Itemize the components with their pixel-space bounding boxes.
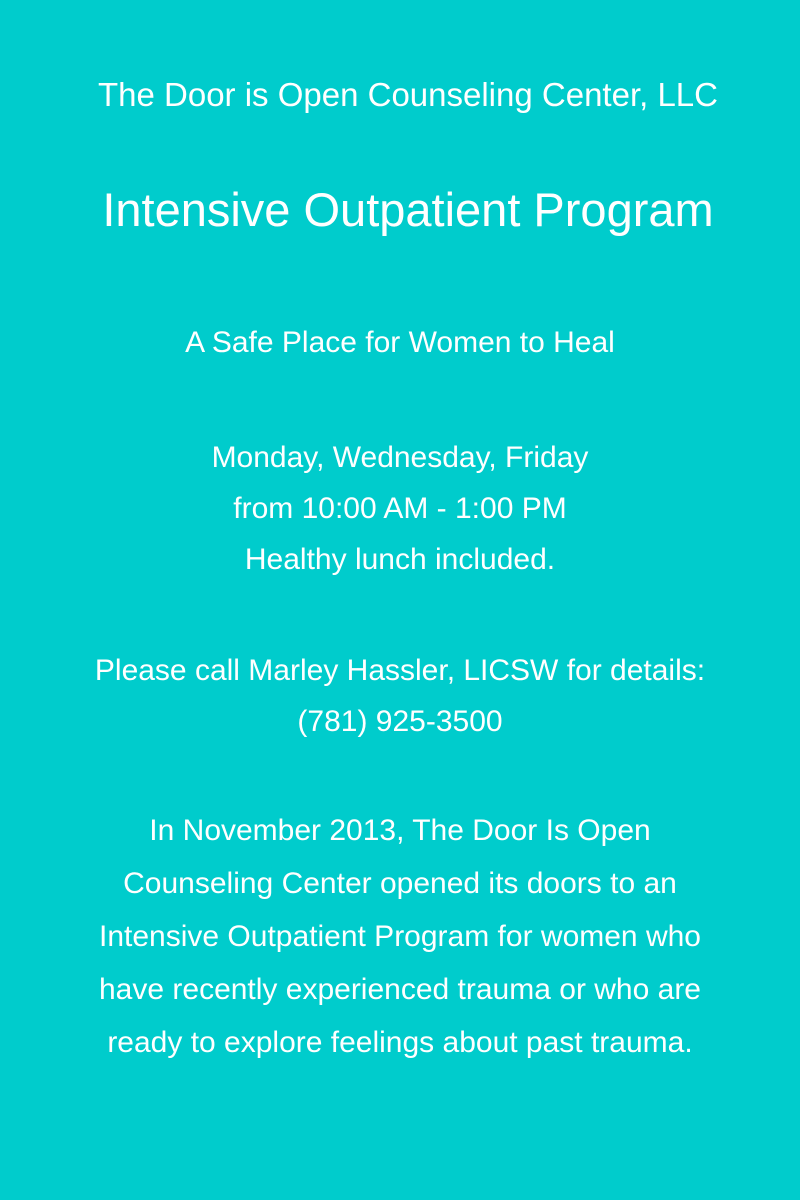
schedule-days: Monday, Wednesday, Friday (211, 441, 589, 474)
schedule-hours: from 10:00 AM - 1:00 PM (233, 492, 567, 525)
org-name: The Door is Open Counseling Center, LLC (97, 76, 718, 113)
contact-block: Please call Marley Hassler, LICSW for de… (0, 645, 800, 747)
contact-phone: (781) 925-3500 (297, 705, 503, 738)
schedule-lunch: Healthy lunch included. (244, 543, 556, 576)
program-title: Intensive Outpatient Program (102, 183, 714, 236)
about-line: Counseling Center opened its doors to an (123, 867, 677, 900)
flyer: The Door is Open Counseling Center, LLC … (0, 0, 800, 1200)
about-line: Intensive Outpatient Program for women w… (99, 920, 701, 953)
tagline: A Safe Place for Women to Heal (185, 326, 615, 359)
schedule-block: Monday, Wednesday, Friday from 10:00 AM … (0, 432, 800, 585)
contact-prompt: Please call Marley Hassler, LICSW for de… (94, 654, 706, 687)
about-line: ready to explore feelings about past tra… (107, 1026, 693, 1059)
about-line: In November 2013, The Door Is Open (149, 814, 651, 847)
about-line: have recently experienced trauma or who … (99, 973, 701, 1006)
about-paragraph: In November 2013, The Door Is Open Couns… (0, 804, 800, 1069)
